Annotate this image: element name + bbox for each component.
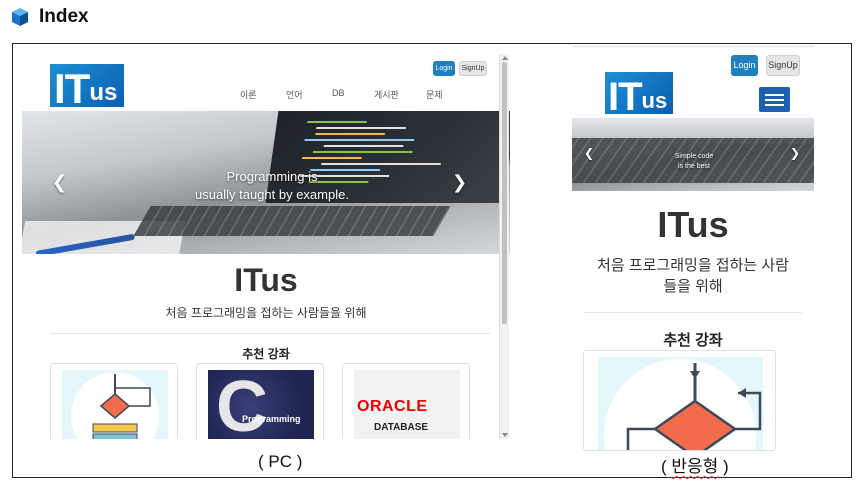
mobile-site-logo[interactable]: IT us (605, 72, 673, 114)
mobile-caption-open: ( (661, 457, 672, 476)
mobile-hero-caption: Simple code is the best (654, 152, 734, 172)
mobile-carousel-next-icon[interactable]: ❯ (790, 146, 800, 160)
mobile-site-title: ITus (657, 204, 729, 245)
hero-caption: Programming is usually taught by example… (162, 168, 382, 204)
pc-view: IT us Login SignUp 이론 언어 DB 게시판 문제 Progr… (22, 54, 510, 439)
mobile-caption: ( 반응형 ) (661, 452, 729, 477)
course-card-c-programming[interactable]: C Programming (196, 363, 324, 439)
pc-caption: ( PC ) (258, 452, 303, 471)
flowchart-icon (71, 372, 159, 439)
mobile-divider (584, 312, 802, 313)
screenshot-root: Index IT us Login SignUp 이론 언어 DB 게시판 문제 (0, 0, 868, 487)
oracle-image: ORACLE DATABASE (354, 370, 460, 439)
mobile-course-card-flowchart[interactable] (583, 350, 776, 451)
pc-scrollbar[interactable] (499, 54, 509, 439)
scroll-thumb[interactable] (502, 62, 507, 324)
flowchart-image (62, 370, 168, 439)
mobile-top-border (572, 46, 814, 47)
hero-keyboard (133, 206, 451, 236)
logo-it: IT (54, 65, 90, 107)
c-letter: C (216, 367, 268, 439)
mobile-logo-us: us (641, 88, 668, 113)
carousel-next-icon[interactable]: ❯ (452, 172, 467, 193)
mobile-recommended-title: 추천 강좌 (663, 332, 723, 349)
nav-item-problems[interactable]: 문제 (426, 88, 456, 101)
nav-item-board[interactable]: 게시판 (374, 88, 426, 101)
mobile-hero-line-2: is the best (678, 163, 710, 170)
oracle-brand: ORACLE (357, 398, 428, 415)
carousel-prev-icon[interactable]: ❮ (52, 172, 67, 193)
mobile-logo-it: IT (608, 75, 643, 114)
mobile-flowchart-icon (604, 359, 762, 450)
login-button[interactable]: Login (433, 61, 455, 76)
mobile-hero-line-1: Simple code (674, 153, 714, 160)
mobile-caption-close: ) (718, 457, 729, 476)
hero-line-1: Programming is (226, 169, 318, 184)
nav-item-db[interactable]: DB (332, 88, 374, 101)
scroll-up-icon[interactable] (502, 56, 508, 60)
cube-icon (12, 8, 28, 26)
mobile-login-button[interactable]: Login (731, 55, 758, 76)
page-title: Index (39, 6, 89, 27)
oracle-sub: DATABASE (374, 422, 429, 433)
hero-line-2: usually taught by example. (195, 187, 349, 202)
mobile-site-subtitle: 처음 프로그래밍을 접하는 사람들을 위해 (597, 257, 789, 295)
site-subtitle: 처음 프로그래밍을 접하는 사람들을 위해 (165, 306, 367, 320)
site-title: ITus (234, 262, 298, 298)
logo-us: us (89, 79, 118, 106)
c-programming-image: C Programming (208, 370, 314, 439)
site-logo[interactable]: IT us (50, 64, 124, 107)
mobile-hero-carousel: Simple code is the best ❮ ❯ (572, 118, 814, 191)
nav-item-theory[interactable]: 이론 (240, 88, 286, 101)
hero-carousel: Programming is usually taught by example… (22, 111, 510, 254)
c-word: Programming (242, 414, 301, 424)
mobile-caption-word: 반응형 (671, 457, 719, 476)
mobile-signup-button[interactable]: SignUp (766, 55, 800, 76)
course-card-flowchart[interactable] (50, 363, 178, 439)
screenshot-frame: IT us Login SignUp 이론 언어 DB 게시판 문제 Progr… (12, 43, 852, 478)
nav-item-language[interactable]: 언어 (286, 88, 332, 101)
recommended-title: 추천 강좌 (242, 347, 290, 361)
hamburger-icon[interactable] (759, 87, 790, 112)
signup-button[interactable]: SignUp (459, 61, 487, 76)
mobile-flowchart-image (598, 357, 763, 450)
course-card-oracle[interactable]: ORACLE DATABASE (342, 363, 470, 439)
divider (50, 333, 490, 334)
page-header: Index (11, 5, 89, 29)
main-nav: 이론 언어 DB 게시판 문제 (240, 88, 456, 101)
mobile-view: Login SignUp IT us Simple code is the be… (572, 46, 814, 451)
scroll-down-icon[interactable] (502, 433, 508, 437)
mobile-carousel-prev-icon[interactable]: ❮ (584, 146, 594, 160)
